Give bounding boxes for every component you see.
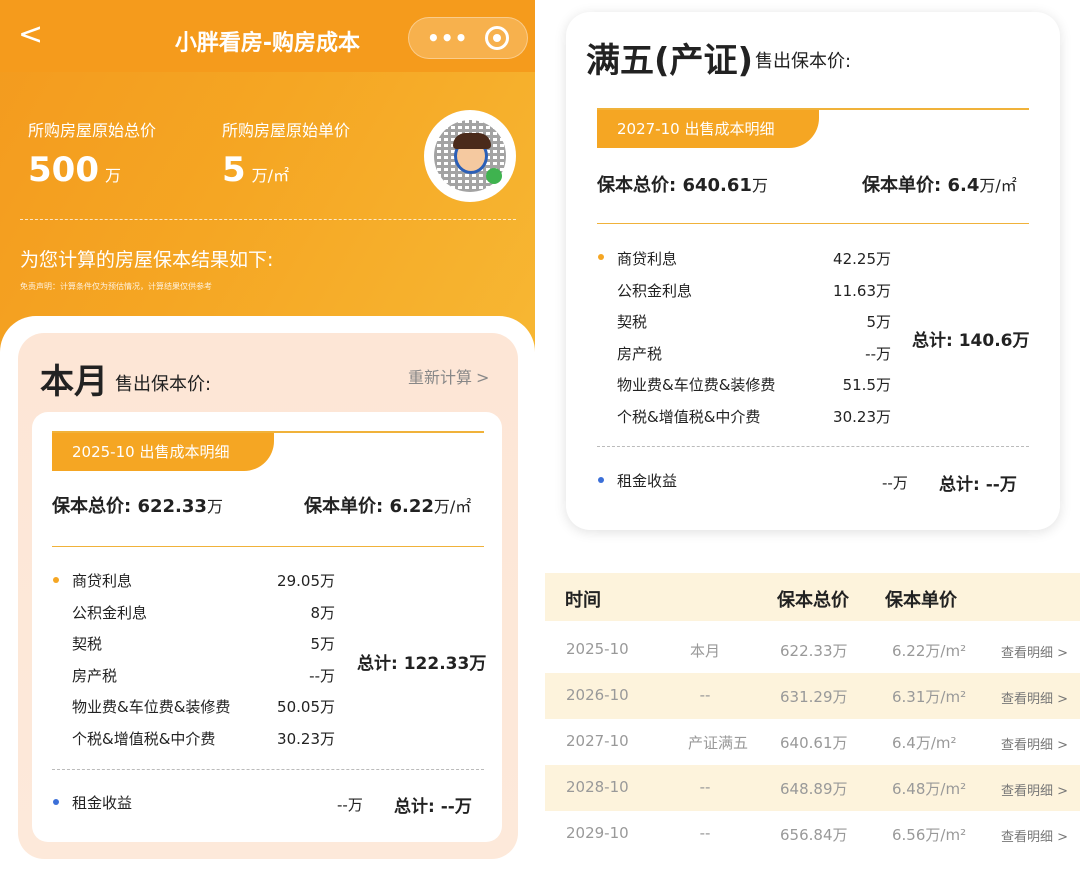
cell-unit: 6.56万/m² [892,826,967,844]
cell-unit: 6.22万/m² [892,642,967,660]
five-year-total-price: 保本总价: 640.61万 [597,175,768,196]
cell-total: 622.33万 [780,642,848,660]
cost-label: 商贷利息 [617,250,678,268]
month-costs-total: 总计: 122.33万 [357,654,487,674]
cell-unit: 6.48万/m² [892,780,967,798]
cost-amount: 30.23万 [277,729,335,748]
cost-amount: 51.5万 [842,376,891,394]
bullet-icon [53,577,59,583]
mini-program-capsule: ••• [408,17,528,59]
cell-note: 产证满五 [688,734,749,752]
bullet-icon [53,799,59,805]
month-total-price: 保本总价: 622.33万 [52,496,223,517]
disclaimer: 免责声明：计算条件仅为预估情况，计算结果仅供参考 [20,282,212,291]
view-detail-link[interactable]: 查看明细 > [1001,780,1068,799]
view-detail-link[interactable]: 查看明细 > [1001,826,1068,845]
month-card-title: 本月 [40,362,108,402]
cell-unit: 6.4万/m² [892,734,957,752]
cell-total: 631.29万 [780,688,848,706]
cell-time: 2027-10 [566,732,629,750]
cell-note: -- [699,778,711,796]
app-root: < 小胖看房-购房成本 ••• 所购房屋原始总价 500 万 所购房屋原始单价 5… [0,0,1080,879]
divider [52,769,484,770]
close-target-icon[interactable] [485,26,509,50]
month-card-subtitle: 售出保本价: [115,374,212,395]
view-detail-link[interactable]: 查看明细 > [1001,642,1068,661]
divider [52,546,484,547]
cost-amount: 11.63万 [833,281,891,300]
qr-code-icon[interactable] [424,110,516,202]
cost-label: 个税&增值税&中介费 [72,729,216,748]
cell-total: 656.84万 [780,826,848,844]
five-year-unit-price: 保本单价: 6.4万/㎡ [862,175,1017,196]
column-header-total: 保本总价 [777,590,849,611]
cell-note: 本月 [689,642,720,660]
rent-total: 总计: --万 [939,475,1017,495]
cost-label: 物业费&车位费&装修费 [617,376,776,394]
cost-amount: 29.05万 [277,572,335,590]
view-detail-link[interactable]: 查看明细 > [1001,734,1068,753]
cell-total: 648.89万 [780,780,848,798]
five-year-card [566,12,1060,530]
column-header-time: 时间 [565,590,601,611]
divider [597,446,1029,447]
cost-label: 契税 [72,635,103,653]
month-detail-card [32,412,502,842]
divider [20,219,516,220]
original-total-value: 500 万 [28,150,121,190]
five-year-title: 满五(产证) [586,41,754,81]
cell-total: 640.61万 [780,734,848,752]
original-total-label: 所购房屋原始总价 [28,121,157,140]
recalculate-button[interactable]: 重新计算 > [408,364,489,388]
view-detail-link[interactable]: 查看明细 > [1001,688,1068,707]
cell-unit: 6.31万/m² [892,688,967,706]
original-unit-value: 5 万/㎡ [222,150,290,190]
cost-amount: 5万 [866,313,891,331]
cost-amount: 5万 [310,635,335,653]
cell-time: 2026-10 [566,686,629,704]
more-icon[interactable]: ••• [427,26,468,50]
month-unit-price: 保本单价: 6.22万/㎡ [304,496,472,517]
cost-label: 公积金利息 [617,281,693,300]
rent-label: 租金收益 [72,794,133,812]
cost-amount: 42.25万 [833,250,891,268]
five-year-subtitle: 售出保本价: [755,51,852,72]
cost-label: 商贷利息 [72,572,133,590]
bullet-icon [598,477,604,483]
detail-tab: 2025-10 出售成本明细 [52,433,274,471]
cost-label: 契税 [617,313,648,331]
result-title: 为您计算的房屋保本结果如下: [20,249,274,271]
original-unit-label: 所购房屋原始单价 [222,121,351,140]
bullet-icon [598,254,604,260]
cost-label: 房产税 [617,344,663,363]
cost-label: 房产税 [72,666,118,685]
cost-amount: 30.23万 [833,407,891,426]
chevron-right-icon: > [476,368,490,387]
rent-total: 总计: --万 [394,797,472,817]
cell-time: 2025-10 [566,640,629,658]
left-screen: < 小胖看房-购房成本 ••• 所购房屋原始总价 500 万 所购房屋原始单价 5… [0,0,535,879]
rent-label: 租金收益 [617,472,678,490]
cell-time: 2029-10 [566,824,629,842]
cost-amount: --万 [865,344,891,363]
cell-time: 2028-10 [566,778,629,796]
detail-tab: 2027-10 出售成本明细 [597,110,819,148]
divider [597,223,1029,224]
rent-amount: --万 [882,474,908,492]
cost-label: 个税&增值税&中介费 [617,407,761,426]
cell-note: -- [699,824,711,842]
cost-amount: 8万 [310,603,335,622]
cell-note: -- [699,686,711,704]
cost-label: 物业费&车位费&装修费 [72,698,231,716]
rent-amount: --万 [337,796,363,814]
navbar: < 小胖看房-购房成本 ••• [0,0,535,72]
five-year-costs-total: 总计: 140.6万 [912,331,1030,351]
cost-amount: --万 [309,666,335,685]
cost-amount: 50.05万 [277,698,335,716]
cost-label: 公积金利息 [72,603,148,622]
column-header-unit: 保本单价 [885,590,957,611]
